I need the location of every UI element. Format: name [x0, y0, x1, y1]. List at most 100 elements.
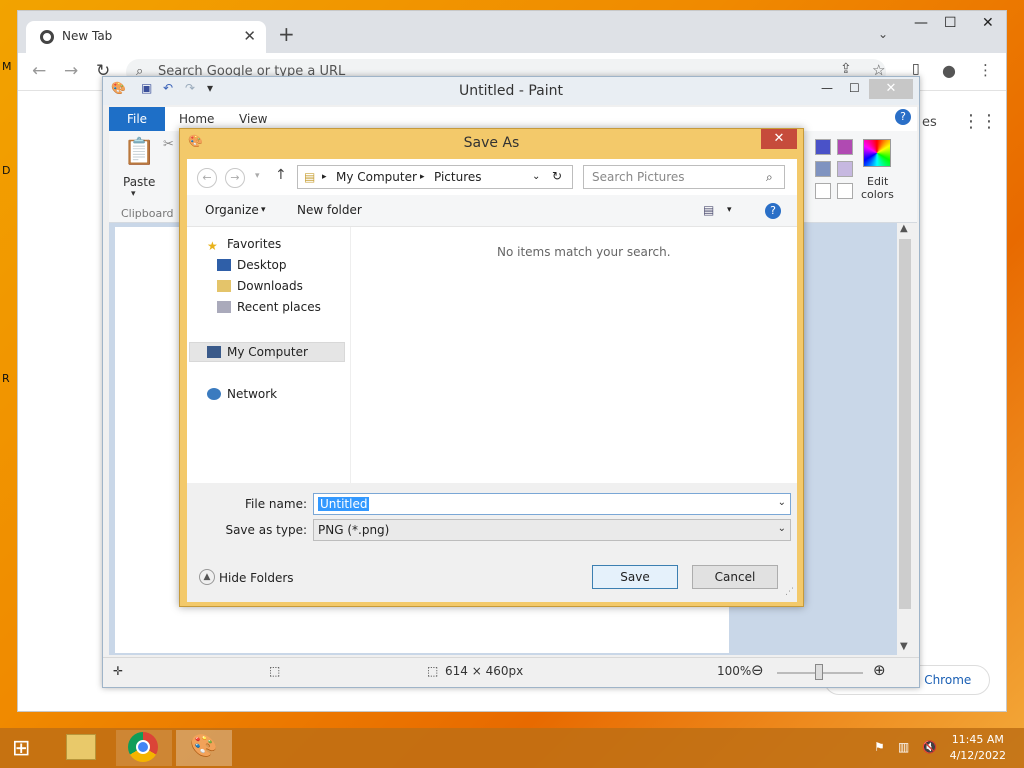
refresh-icon[interactable]: ↻ [552, 169, 562, 183]
edit-colors-label-1[interactable]: Edit [867, 175, 888, 188]
help-icon[interactable]: ? [895, 109, 911, 125]
zoom-in-icon[interactable]: ⊕ [873, 661, 886, 679]
forward-arrow-icon[interactable]: → [64, 61, 78, 81]
view-options-icon[interactable]: ▤ [703, 203, 714, 217]
nav-network[interactable]: Network [207, 387, 277, 401]
nav-network-label: Network [227, 387, 278, 401]
up-arrow-icon[interactable]: ↑ [275, 167, 287, 183]
taskbar-chrome[interactable] [116, 730, 172, 766]
save-type-select[interactable]: PNG (*.png) ⌄ [313, 519, 791, 541]
action-center-flag-icon[interactable]: ⚑ [874, 740, 885, 754]
network-tray-icon[interactable]: ▥ [898, 740, 909, 754]
color-swatch-5[interactable] [815, 183, 831, 199]
desktop-icon [217, 259, 231, 271]
chrome-close-button[interactable]: ✕ [982, 15, 994, 31]
dialog-body: ← → ▾ ↑ ▤ ▸ My Computer ▸ Pictures ⌄ ↻ S… [187, 159, 797, 602]
system-clock[interactable]: 11:45 AM 4/12/2022 [950, 732, 1006, 764]
images-link-partial[interactable]: es [922, 115, 937, 130]
back-circle-icon[interactable]: ← [197, 168, 217, 188]
hide-folders-chevron-icon[interactable]: ▲ [199, 569, 215, 585]
apps-grid-icon[interactable]: ⋮⋮ [962, 111, 998, 132]
help-icon[interactable]: ? [765, 203, 781, 219]
new-folder-button[interactable]: New folder [297, 203, 362, 217]
file-name-dropdown-icon[interactable]: ⌄ [778, 497, 786, 508]
resize-grip-icon[interactable]: ⋰ [785, 587, 794, 597]
profile-avatar-icon[interactable]: ● [942, 61, 956, 80]
view-dropdown-icon[interactable]: ▾ [727, 205, 732, 215]
nav-downloads[interactable]: Downloads [217, 279, 303, 293]
nav-favorites[interactable]: ★ Favorites [207, 237, 281, 253]
nav-recent-places[interactable]: Recent places [217, 300, 321, 314]
new-tab-button[interactable]: + [278, 24, 295, 44]
organize-button[interactable]: Organize [205, 203, 259, 217]
tab-search-chevron-icon[interactable]: ⌄ [878, 27, 888, 41]
color-swatch-3[interactable] [815, 161, 831, 177]
save-as-dialog: 🎨 Save As ✕ ← → ▾ ↑ ▤ ▸ My Computer ▸ Pi… [179, 128, 804, 607]
edit-colors-icon[interactable] [863, 139, 891, 167]
share-icon[interactable]: ⇪ [840, 61, 852, 77]
file-name-input[interactable]: Untitled ⌄ [313, 493, 791, 515]
paste-dropdown-icon[interactable]: ▾ [131, 189, 136, 199]
color-swatch-2[interactable] [837, 139, 853, 155]
tab-home[interactable]: Home [179, 112, 214, 126]
organize-dropdown-icon[interactable]: ▾ [261, 205, 266, 215]
save-button[interactable]: Save [592, 565, 678, 589]
desktop-icon-label-2: D [2, 164, 11, 177]
taskbar-paint[interactable]: 🎨 [176, 730, 232, 766]
star-icon: ★ [207, 239, 218, 253]
clipboard-group-label: Clipboard [121, 207, 174, 220]
zoom-slider-thumb[interactable] [815, 664, 823, 680]
start-button[interactable]: ⊞ [0, 730, 56, 766]
dialog-close-button[interactable]: ✕ [761, 129, 797, 149]
scroll-down-icon[interactable]: ▼ [900, 641, 908, 652]
color-swatch-6[interactable] [837, 183, 853, 199]
hide-folders-button[interactable]: Hide Folders [219, 571, 294, 585]
chrome-maximize-button[interactable]: ☐ [944, 15, 957, 31]
taskbar-file-explorer[interactable] [54, 730, 110, 766]
color-swatch-4[interactable] [837, 161, 853, 177]
paint-close-button[interactable]: ✕ [869, 79, 913, 99]
clock-date: 4/12/2022 [949, 749, 1006, 762]
address-bar[interactable]: ▤ ▸ My Computer ▸ Pictures ⌄ ↻ [297, 165, 573, 189]
search-input[interactable]: Search Pictures ⌕ [583, 165, 785, 189]
paste-label[interactable]: Paste [123, 175, 155, 189]
breadcrumb-separator-icon: ▸ [420, 172, 425, 182]
nav-my-computer[interactable]: My Computer [207, 345, 308, 359]
save-type-dropdown-icon[interactable]: ⌄ [778, 523, 786, 534]
vertical-scrollbar[interactable]: ▲ ▼ [897, 223, 913, 655]
chrome-minimize-button[interactable]: — [914, 15, 928, 31]
volume-muted-icon[interactable]: 🔇 [922, 740, 937, 754]
breadcrumb-my-computer[interactable]: My Computer [336, 170, 417, 184]
search-placeholder: Search Pictures [592, 170, 685, 184]
address-dropdown-icon[interactable]: ⌄ [532, 171, 540, 182]
tab-close-icon[interactable]: ✕ [243, 27, 256, 45]
paint-maximize-button[interactable]: ☐ [849, 81, 860, 95]
back-arrow-icon[interactable]: ← [32, 61, 46, 81]
tab-file[interactable]: File [109, 107, 165, 131]
nav-desktop[interactable]: Desktop [217, 258, 287, 272]
scroll-up-icon[interactable]: ▲ [900, 223, 908, 234]
nav-downloads-label: Downloads [237, 279, 303, 293]
taskbar: ⊞ 🎨 ⚑ ▥ 🔇 11:45 AM 4/12/2022 [0, 728, 1024, 768]
edit-colors-label-2[interactable]: colors [861, 188, 894, 201]
cut-icon[interactable]: ✂ [163, 137, 174, 152]
zoom-out-icon[interactable]: ⊖ [751, 661, 764, 679]
recent-locations-icon[interactable]: ▾ [255, 171, 260, 181]
clipboard-paste-icon[interactable]: 📋 [123, 137, 155, 167]
clock-time: 11:45 AM [951, 733, 1004, 746]
paint-minimize-button[interactable]: — [821, 81, 833, 95]
color-swatch-1[interactable] [815, 139, 831, 155]
scrollbar-thumb[interactable] [899, 239, 911, 609]
windows-logo-icon: ⊞ [12, 736, 31, 761]
selection-size-icon: ⬚ [269, 664, 281, 678]
forward-circle-icon[interactable]: → [225, 168, 245, 188]
breadcrumb-pictures[interactable]: Pictures [434, 170, 482, 184]
dialog-title: Save As [463, 135, 520, 151]
empty-results-message: No items match your search. [497, 245, 671, 259]
chrome-tab[interactable]: New Tab ✕ [26, 21, 266, 53]
cancel-button[interactable]: Cancel [692, 565, 778, 589]
tab-view[interactable]: View [239, 112, 267, 126]
downloads-folder-icon [217, 280, 231, 292]
side-panel-icon[interactable]: ▯ [912, 61, 920, 77]
menu-kebab-icon[interactable]: ⋮ [978, 61, 993, 79]
